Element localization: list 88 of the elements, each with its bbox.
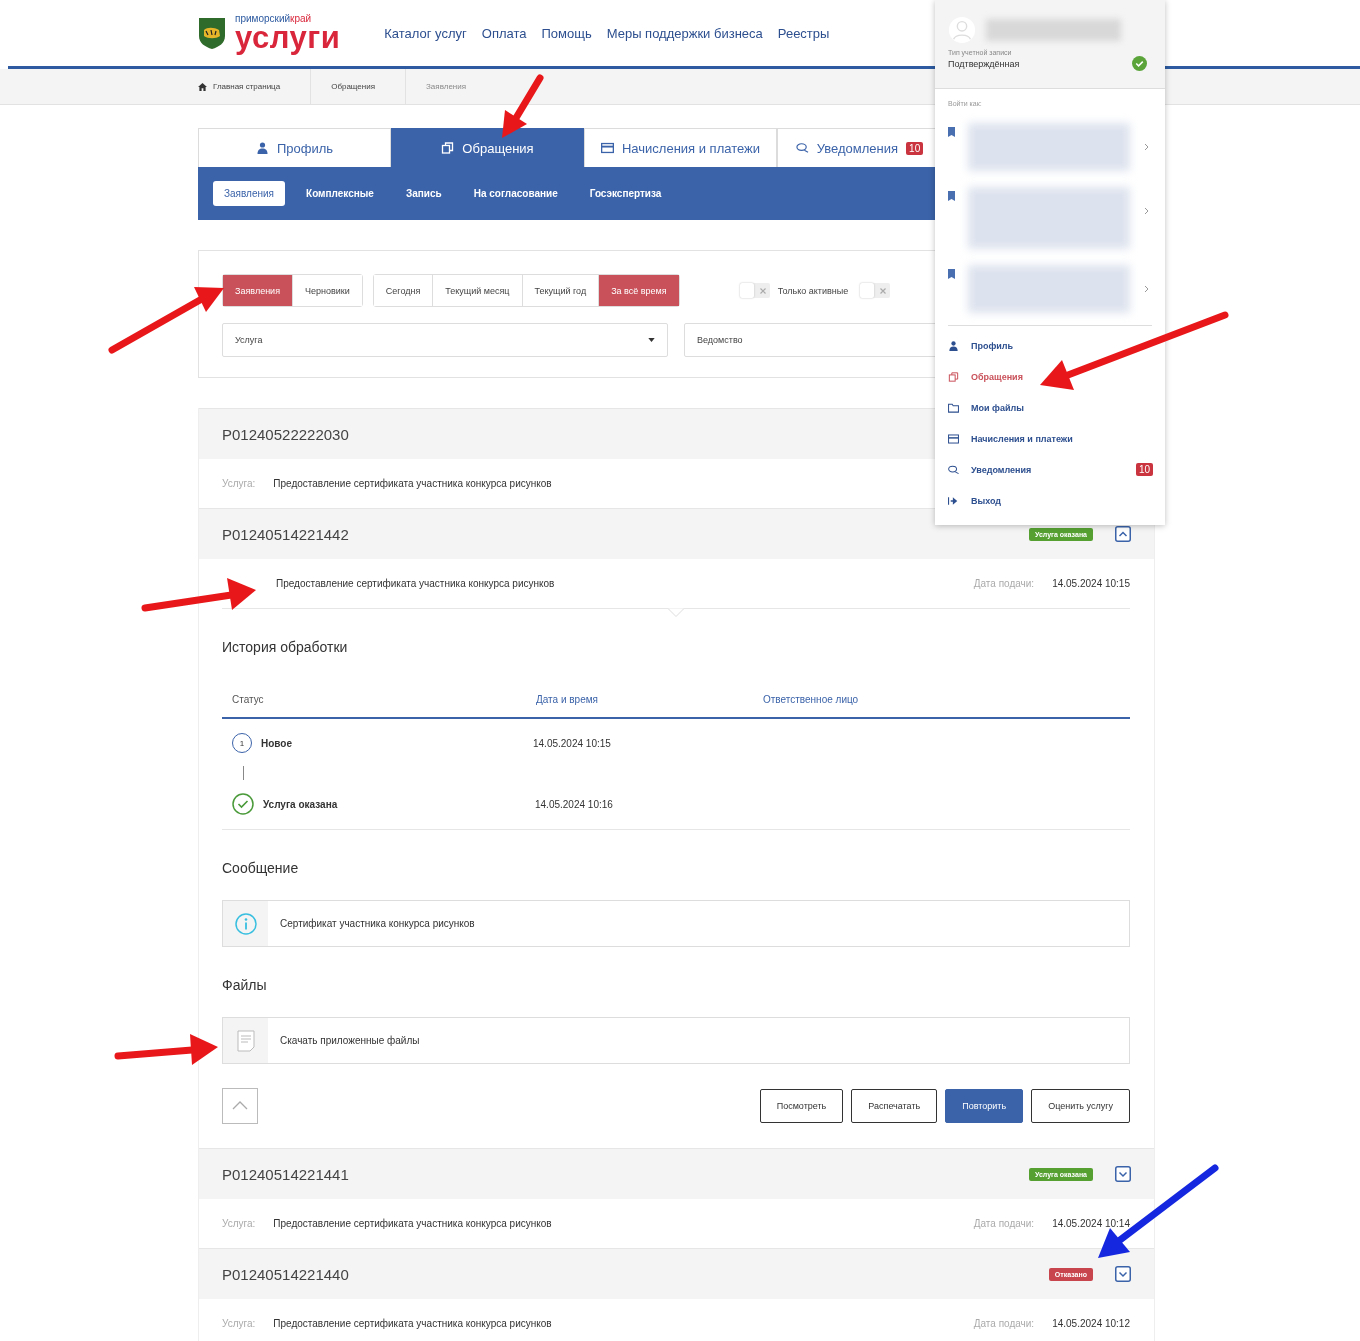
toggle-switch[interactable]	[739, 283, 770, 298]
menu-item[interactable]: Обращения	[935, 361, 1165, 392]
expand-icon[interactable]	[1115, 1166, 1131, 1182]
caret-icon	[648, 338, 655, 342]
collapse-icon[interactable]	[1115, 526, 1131, 542]
user-icon	[255, 142, 269, 154]
service-name: Предоставление сертификата участника конкурса рисунков	[276, 578, 555, 589]
tab[interactable]: Профиль	[198, 128, 391, 167]
logo-region: приморскийкрай	[235, 14, 313, 24]
nav-link[interactable]: Реестры	[777, 25, 830, 41]
application-number: P01240514221440	[222, 1265, 349, 1283]
application-number: P01240514221442	[222, 525, 349, 543]
toggle-label: Только активные	[777, 285, 849, 296]
date-label: Дата подачи:	[973, 1218, 1035, 1229]
copy-icon	[441, 142, 455, 154]
chevron-icon[interactable]	[1144, 207, 1149, 215]
service-label: Услуга:	[222, 1318, 256, 1329]
x-mark-icon	[759, 287, 766, 294]
submission-date: 14.05.2024 10:14	[1052, 1218, 1130, 1229]
nav-link[interactable]: Меры поддержки бизнеса	[606, 25, 763, 41]
service-name: Предоставление сертификата участника конкурса рисунков	[273, 1318, 552, 1329]
step-status: Новое	[261, 737, 293, 749]
subtab[interactable]: Запись	[394, 181, 453, 206]
section-title: Сообщение	[222, 860, 300, 876]
home-icon[interactable]	[198, 82, 207, 91]
section-title: Файлы	[222, 977, 268, 993]
subtab[interactable]: Госэкспертиза	[578, 181, 673, 206]
expand-icon[interactable]	[1115, 1266, 1131, 1282]
toggle-switch[interactable]	[860, 283, 891, 298]
action-button[interactable]: Посмотреть	[759, 1089, 844, 1123]
chevron-icon[interactable]	[1144, 285, 1149, 293]
avatar-icon	[948, 16, 976, 44]
submission-date: 14.05.2024 10:12	[1052, 1318, 1130, 1329]
action-button[interactable]: Оценить услугу	[1031, 1089, 1130, 1123]
service-name: Предоставление сертификата участника конкурса рисунков	[273, 1218, 552, 1229]
check-circle-icon	[232, 793, 254, 815]
tab[interactable]: Начисления и платежи	[584, 128, 777, 167]
document-icon	[234, 1029, 257, 1052]
copy-icon	[948, 371, 959, 382]
column-header: Ответственное лицо	[763, 693, 859, 705]
service-label: Услуга:	[222, 1218, 256, 1229]
service-name: Предоставление сертификата участника конкурса рисунков	[273, 478, 552, 489]
info-icon	[234, 912, 257, 935]
tab[interactable]: Обращения	[391, 128, 584, 167]
card-icon	[600, 142, 614, 154]
filter-button[interactable]: Черновики	[292, 275, 362, 306]
download-files-link[interactable]: Скачать приложенные файлы	[280, 1035, 420, 1046]
date-label: Дата подачи:	[973, 578, 1035, 589]
service-label: Услуга:	[222, 478, 256, 489]
card-icon	[948, 433, 959, 444]
action-button[interactable]: Повторить	[945, 1089, 1024, 1123]
subtab[interactable]: На согласование	[462, 181, 569, 206]
count-badge: 10	[906, 141, 924, 155]
application-number: P01240514221441	[222, 1165, 349, 1183]
step-status: Услуга оказана	[263, 798, 339, 810]
subtab[interactable]: Заявления	[213, 181, 286, 206]
message-text: Сертификат участника конкурса рисунков	[280, 918, 475, 929]
action-button[interactable]: Распечатать	[851, 1089, 938, 1123]
coat-of-arms-icon	[197, 15, 227, 51]
chevron-icon[interactable]	[1144, 143, 1149, 151]
section-title: История обработки	[222, 639, 349, 655]
exit-icon	[948, 495, 959, 506]
application-number: P01240522222030	[222, 425, 349, 443]
step-time: 14.05.2024 10:16	[535, 798, 613, 810]
folder-icon	[948, 402, 959, 413]
step-time: 14.05.2024 10:15	[533, 737, 611, 749]
bookmark-icon	[948, 191, 955, 201]
bookmark-icon	[948, 269, 955, 279]
select-field[interactable]: Услуга	[222, 323, 668, 357]
nav-link[interactable]: Каталог услуг	[384, 25, 467, 41]
column-header: Статус	[232, 693, 265, 705]
x-mark-icon	[880, 287, 887, 294]
annotation-arrow	[502, 74, 544, 138]
column-header: Дата и время	[536, 693, 599, 705]
filter-button[interactable]: Заявления	[223, 275, 293, 306]
count-badge: 10	[1135, 463, 1153, 476]
breadcrumb-link[interactable]: Главная страница	[213, 82, 281, 91]
breadcrumb-link[interactable]: Обращения	[331, 82, 376, 91]
user-icon	[948, 340, 959, 351]
scroll-up-icon[interactable]	[222, 1088, 258, 1124]
account-type: Подтверждённая	[948, 58, 1020, 69]
subtab[interactable]: Комплексные	[295, 181, 385, 206]
filter-button[interactable]: За всё время	[598, 275, 679, 306]
date-label: Дата подачи:	[973, 1318, 1035, 1329]
bookmark-icon	[948, 127, 955, 137]
submission-date: 14.05.2024 10:15	[1052, 578, 1130, 589]
nav-link[interactable]: Помощь	[541, 25, 592, 41]
nav-link[interactable]: Оплата	[481, 25, 527, 41]
